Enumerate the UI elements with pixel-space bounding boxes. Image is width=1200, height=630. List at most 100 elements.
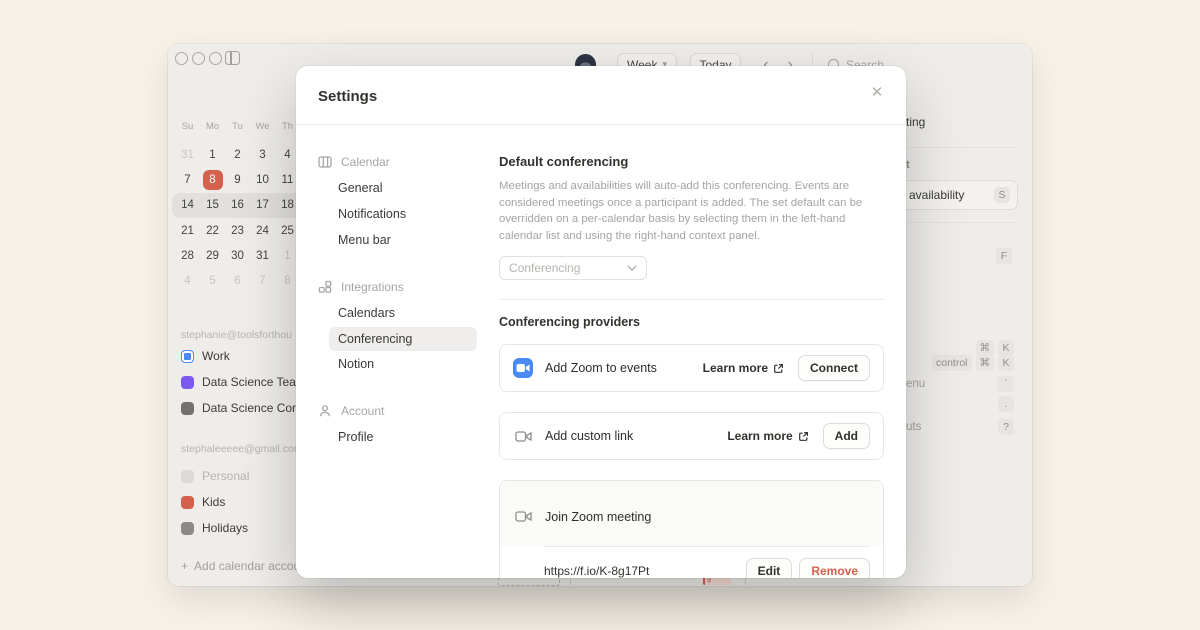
calendar-color-checkbox[interactable]: [181, 402, 194, 415]
calendar-day[interactable]: 4: [175, 268, 200, 293]
remove-button[interactable]: Remove: [799, 558, 870, 578]
external-link-icon: [798, 431, 809, 442]
external-link-icon: [773, 363, 784, 374]
provider-title: Add custom link: [545, 429, 633, 443]
calendar-name: Holidays: [202, 521, 248, 535]
conferencing-select-dropdown[interactable]: Conferencing: [499, 256, 647, 280]
calendar-day[interactable]: 7: [175, 167, 200, 192]
window-close-button[interactable]: [175, 52, 188, 65]
custom-link-url: https://f.io/K-8g17Pt: [544, 564, 649, 578]
account-email: stephaleeeee@gmail.cor: [181, 441, 301, 457]
mini-calendar-weekday-header: Su Mo Tu We Th: [175, 118, 300, 134]
calendar-day[interactable]: 2: [225, 142, 250, 167]
calendar-list-item-data-science-team[interactable]: Data Science Team: [181, 369, 301, 395]
nav-item-notion[interactable]: Notion: [318, 351, 478, 377]
settings-nav: Calendar General Notifications Menu bar …: [318, 149, 478, 450]
add-button[interactable]: Add: [823, 423, 870, 449]
key-badge: K: [998, 340, 1014, 356]
calendar-name: Personal: [202, 469, 249, 483]
calendar-day[interactable]: 3: [250, 142, 275, 167]
calendar-grid-fragment: [570, 577, 577, 585]
nav-item-general[interactable]: General: [318, 175, 478, 201]
panel-divider: [906, 222, 1016, 223]
calendar-name: Data Science Team: [202, 375, 306, 389]
calendar-day[interactable]: 14: [175, 193, 200, 218]
calendar-day[interactable]: 5: [200, 268, 225, 293]
nav-item-conferencing-selected[interactable]: Conferencing: [329, 327, 477, 351]
shortcut-row: ?: [998, 419, 1014, 435]
zoom-icon: [513, 358, 533, 378]
calendar-icon: [318, 155, 332, 169]
calendar-day[interactable]: 16: [225, 193, 250, 218]
shortcut-label-fragment: uts: [906, 421, 921, 433]
calendar-name: Work: [202, 349, 230, 363]
shortcut-row: `: [998, 376, 1014, 392]
nav-item-calendars[interactable]: Calendars: [318, 300, 478, 326]
video-camera-icon: [513, 507, 533, 527]
sidebar-toggle-icon[interactable]: [225, 51, 240, 65]
account-email: stephanie@toolsforthou: [181, 327, 301, 343]
calendar-day[interactable]: 10: [250, 167, 275, 192]
calendar-color-checkbox[interactable]: [181, 350, 194, 363]
calendar-day[interactable]: 24: [250, 218, 275, 243]
window-minimize-button[interactable]: [192, 52, 205, 65]
calendar-day[interactable]: 29: [200, 243, 225, 268]
calendar-name: Kids: [202, 495, 225, 509]
calendar-list-item-data-science-core[interactable]: Data Science Core: [181, 395, 301, 421]
connect-button[interactable]: Connect: [798, 355, 870, 381]
calendar-day[interactable]: 21: [175, 218, 200, 243]
calendar-day[interactable]: 28: [175, 243, 200, 268]
calendar-day[interactable]: 15: [200, 193, 225, 218]
key-badge: K: [998, 355, 1014, 371]
calendar-list-item-work[interactable]: Work: [181, 343, 301, 369]
calendar-day[interactable]: 23: [225, 218, 250, 243]
calendar-list-item-holidays[interactable]: Holidays: [181, 515, 301, 541]
calendar-day[interactable]: 17: [250, 193, 275, 218]
settings-content: Default conferencing Meetings and availa…: [499, 66, 884, 578]
video-camera-icon: [513, 426, 533, 446]
calendar-day[interactable]: 22: [200, 218, 225, 243]
learn-more-link[interactable]: Learn more: [703, 361, 784, 375]
calendar-day[interactable]: 31: [250, 243, 275, 268]
plus-icon: +: [181, 559, 188, 573]
calendar-list-item-kids[interactable]: Kids: [181, 489, 301, 515]
shortcut-row: ⌘ K: [976, 340, 1015, 356]
calendar-color-checkbox[interactable]: [181, 496, 194, 509]
key-badge: `: [998, 376, 1014, 392]
calendar-day[interactable]: 31: [175, 142, 200, 167]
calendar-day[interactable]: 1: [200, 142, 225, 167]
key-badge: ?: [998, 419, 1014, 435]
weekday-label: Su: [175, 118, 200, 134]
calendar-event-fragment: [498, 577, 560, 586]
window-zoom-button[interactable]: [209, 52, 222, 65]
calendar-color-checkbox[interactable]: [181, 376, 194, 389]
learn-more-link[interactable]: Learn more: [727, 429, 808, 443]
shortcut-key-badge: F: [996, 248, 1012, 264]
nav-section-account: Account: [318, 398, 478, 424]
calendar-list-item-personal[interactable]: Personal: [181, 463, 301, 489]
calendar-sidebar-lists: stephanie@toolsforthou Work Data Science…: [181, 327, 301, 574]
nav-section-integrations: Integrations: [318, 274, 478, 300]
provider-title: Add Zoom to events: [545, 361, 657, 375]
shortcut-key-badge: S: [994, 187, 1010, 203]
content-divider: [499, 299, 884, 300]
shortcut-label-fragment: enu: [906, 378, 925, 390]
calendar-day-today[interactable]: 8: [203, 170, 223, 190]
calendar-day[interactable]: 7: [250, 268, 275, 293]
nav-item-notifications[interactable]: Notifications: [318, 201, 478, 227]
add-calendar-account-button[interactable]: + Add calendar account: [181, 558, 301, 574]
shortcut-row: control ⌘ K: [932, 355, 1014, 371]
settings-modal: Settings ✕ Calendar General Notification…: [296, 66, 906, 578]
command-key-badge: ⌘: [976, 355, 995, 371]
calendar-color-checkbox[interactable]: [181, 522, 194, 535]
calendar-day[interactable]: 6: [225, 268, 250, 293]
nav-item-menu-bar[interactable]: Menu bar: [318, 227, 478, 253]
edit-button[interactable]: Edit: [746, 558, 793, 578]
mini-calendar-grid: 31 1 2 3 4 7 8 9 10 11 14 15 16 17 18 21…: [175, 142, 300, 294]
calendar-day[interactable]: 30: [225, 243, 250, 268]
provider-card-custom-link: Add custom link Learn more Add: [499, 412, 884, 460]
calendar-color-checkbox[interactable]: [181, 470, 194, 483]
conferencing-providers-heading: Conferencing providers: [499, 315, 640, 329]
calendar-day[interactable]: 9: [225, 167, 250, 192]
nav-item-profile[interactable]: Profile: [318, 424, 478, 450]
